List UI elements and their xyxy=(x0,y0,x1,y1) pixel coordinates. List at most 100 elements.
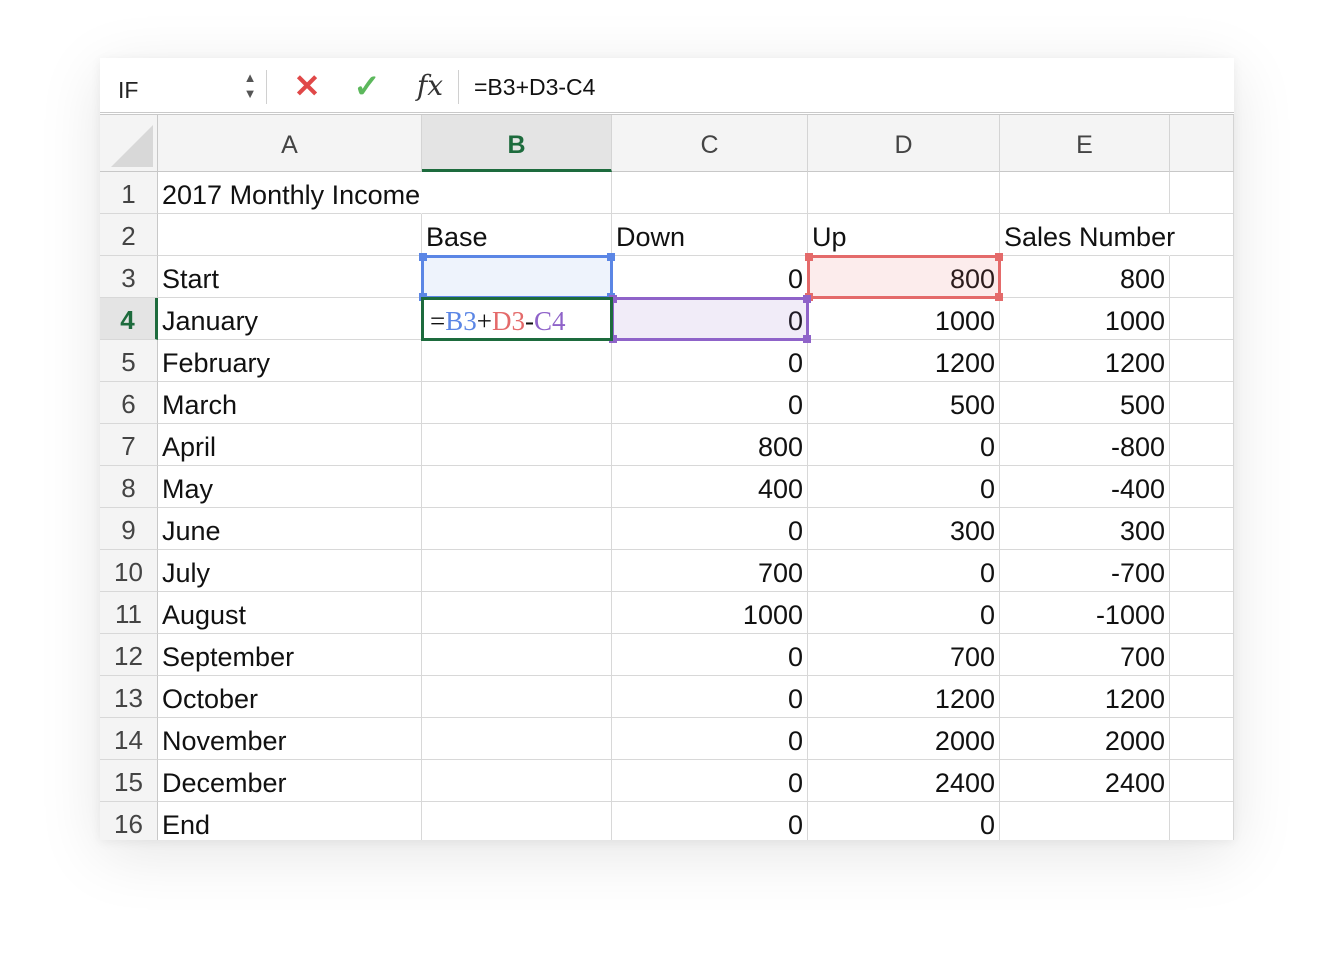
cell-b8[interactable] xyxy=(422,466,612,508)
cell-d3[interactable]: 800 xyxy=(808,256,1000,298)
cell-a10[interactable]: July xyxy=(158,550,422,592)
row-header[interactable]: 10 xyxy=(100,550,158,592)
cell-d2[interactable]: Up xyxy=(808,214,1000,256)
row-header[interactable]: 13 xyxy=(100,676,158,718)
cell-d9[interactable]: 300 xyxy=(808,508,1000,550)
cell-a16[interactable]: End xyxy=(158,802,422,840)
cell-c11[interactable]: 1000 xyxy=(612,592,808,634)
cell-c8[interactable]: 400 xyxy=(612,466,808,508)
cell-b6[interactable] xyxy=(422,382,612,424)
cell-c4[interactable]: 0 xyxy=(612,298,808,340)
cell-f9[interactable] xyxy=(1170,508,1234,550)
cell-c16[interactable]: 0 xyxy=(612,802,808,840)
cell-a3[interactable]: Start xyxy=(158,256,422,298)
cell-a14[interactable]: November xyxy=(158,718,422,760)
cell-f8[interactable] xyxy=(1170,466,1234,508)
row-header[interactable]: 6 xyxy=(100,382,158,424)
cell-c6[interactable]: 0 xyxy=(612,382,808,424)
cell-b9[interactable] xyxy=(422,508,612,550)
cell-d6[interactable]: 500 xyxy=(808,382,1000,424)
cell-e1[interactable] xyxy=(1000,172,1170,214)
cell-a9[interactable]: June xyxy=(158,508,422,550)
cell-b5[interactable] xyxy=(422,340,612,382)
cell-e12[interactable]: 700 xyxy=(1000,634,1170,676)
cell-e8[interactable]: -400 xyxy=(1000,466,1170,508)
cell-e11[interactable]: -1000 xyxy=(1000,592,1170,634)
cell-b3[interactable] xyxy=(422,256,612,298)
cell-c9[interactable]: 0 xyxy=(612,508,808,550)
column-header-e[interactable]: E xyxy=(1000,115,1170,172)
cell-f11[interactable] xyxy=(1170,592,1234,634)
cell-d12[interactable]: 700 xyxy=(808,634,1000,676)
column-header-d[interactable]: D xyxy=(808,115,1000,172)
cell-d13[interactable]: 1200 xyxy=(808,676,1000,718)
cell-c15[interactable]: 0 xyxy=(612,760,808,802)
cell-f15[interactable] xyxy=(1170,760,1234,802)
row-header[interactable]: 11 xyxy=(100,592,158,634)
row-header[interactable]: 2 xyxy=(100,214,158,256)
cell-e6[interactable]: 500 xyxy=(1000,382,1170,424)
cell-e15[interactable]: 2400 xyxy=(1000,760,1170,802)
select-all-corner[interactable] xyxy=(100,115,158,172)
cell-f6[interactable] xyxy=(1170,382,1234,424)
cell-f7[interactable] xyxy=(1170,424,1234,466)
row-header[interactable]: 14 xyxy=(100,718,158,760)
cell-f14[interactable] xyxy=(1170,718,1234,760)
cell-c3[interactable]: 0 xyxy=(612,256,808,298)
cell-b13[interactable] xyxy=(422,676,612,718)
cell-c1[interactable] xyxy=(612,172,808,214)
cell-a4[interactable]: January xyxy=(158,298,422,340)
cell-e14[interactable]: 2000 xyxy=(1000,718,1170,760)
cell-f12[interactable] xyxy=(1170,634,1234,676)
row-header[interactable]: 3 xyxy=(100,256,158,298)
cell-c13[interactable]: 0 xyxy=(612,676,808,718)
cell-b14[interactable] xyxy=(422,718,612,760)
cell-f2[interactable] xyxy=(1170,214,1234,256)
row-header[interactable]: 5 xyxy=(100,340,158,382)
cell-f16[interactable] xyxy=(1170,802,1234,840)
cell-e3[interactable]: 800 xyxy=(1000,256,1170,298)
row-header[interactable]: 4 xyxy=(100,298,158,340)
cell-b1[interactable] xyxy=(422,172,612,214)
cell-b16[interactable] xyxy=(422,802,612,840)
cell-c12[interactable]: 0 xyxy=(612,634,808,676)
cell-e13[interactable]: 1200 xyxy=(1000,676,1170,718)
cell-c7[interactable]: 800 xyxy=(612,424,808,466)
formula-input[interactable]: =B3+D3-C4 xyxy=(474,72,1214,102)
cell-d1[interactable] xyxy=(808,172,1000,214)
cell-f13[interactable] xyxy=(1170,676,1234,718)
active-cell-editor[interactable]: =B3+D3-C4 xyxy=(421,297,613,341)
cell-b11[interactable] xyxy=(422,592,612,634)
cell-f4[interactable] xyxy=(1170,298,1234,340)
cell-d16[interactable]: 0 xyxy=(808,802,1000,840)
cell-d11[interactable]: 0 xyxy=(808,592,1000,634)
cell-e9[interactable]: 300 xyxy=(1000,508,1170,550)
cell-e7[interactable]: -800 xyxy=(1000,424,1170,466)
row-header[interactable]: 15 xyxy=(100,760,158,802)
cell-a1[interactable]: 2017 Monthly Income xyxy=(158,172,422,214)
cell-a6[interactable]: March xyxy=(158,382,422,424)
cell-b7[interactable] xyxy=(422,424,612,466)
cell-d4[interactable]: 1000 xyxy=(808,298,1000,340)
row-header[interactable]: 12 xyxy=(100,634,158,676)
cell-e16[interactable] xyxy=(1000,802,1170,840)
name-box-stepper-icon[interactable]: ▲ ▼ xyxy=(240,70,260,106)
cell-f3[interactable] xyxy=(1170,256,1234,298)
cell-d14[interactable]: 2000 xyxy=(808,718,1000,760)
cell-a5[interactable]: February xyxy=(158,340,422,382)
cell-c14[interactable]: 0 xyxy=(612,718,808,760)
cell-e4[interactable]: 1000 xyxy=(1000,298,1170,340)
column-header-a[interactable]: A xyxy=(158,115,422,172)
column-header-extra[interactable] xyxy=(1170,115,1234,172)
cell-a13[interactable]: October xyxy=(158,676,422,718)
name-box[interactable]: IF ▲ ▼ xyxy=(100,64,266,108)
cell-b2[interactable]: Base xyxy=(422,214,612,256)
column-header-b[interactable]: B xyxy=(422,115,612,172)
cell-c5[interactable]: 0 xyxy=(612,340,808,382)
row-header[interactable]: 16 xyxy=(100,802,158,840)
row-header[interactable]: 1 xyxy=(100,172,158,214)
cell-b15[interactable] xyxy=(422,760,612,802)
row-header[interactable]: 7 xyxy=(100,424,158,466)
cell-a7[interactable]: April xyxy=(158,424,422,466)
cell-d8[interactable]: 0 xyxy=(808,466,1000,508)
